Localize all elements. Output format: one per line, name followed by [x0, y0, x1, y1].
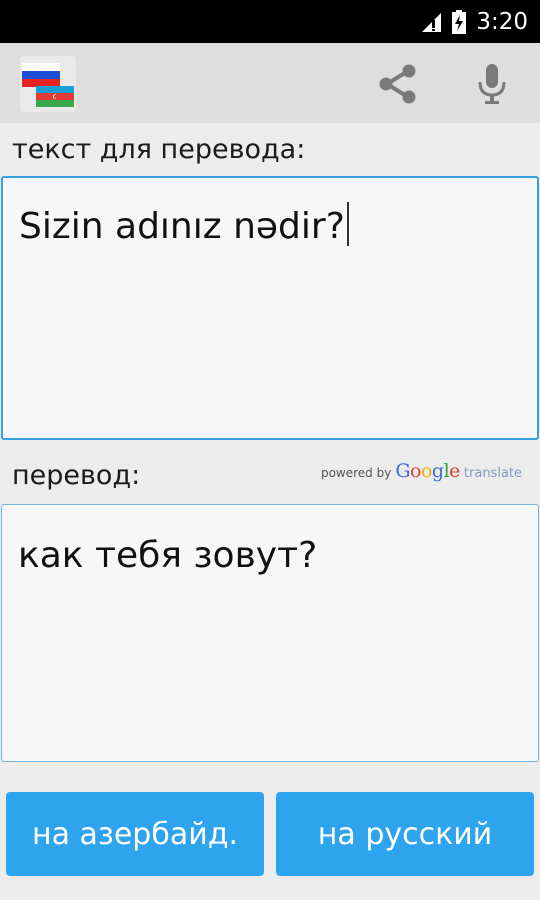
voice-input-button[interactable] [468, 60, 516, 108]
translate-text: translate [463, 466, 522, 481]
action-bar [0, 43, 540, 123]
clock: 3:20 [476, 8, 528, 35]
source-label: текст для перевода: [12, 134, 306, 165]
translate-to-azerbaijani-button[interactable]: на азербайд. [6, 792, 264, 876]
signal-icon [422, 12, 442, 32]
status-icons: 3:20 [420, 0, 528, 43]
source-text-input[interactable]: Sizin adınız nədir? [1, 176, 539, 440]
status-bar: 3:20 [0, 0, 540, 43]
share-icon [379, 64, 416, 104]
share-button[interactable] [374, 62, 422, 106]
translate-to-russian-button[interactable]: на русский [276, 792, 534, 876]
text-cursor [346, 202, 349, 246]
google-translate-attribution: powered by Google translate [321, 460, 522, 484]
battery-charging-icon [452, 9, 467, 34]
flags-ru-az-icon[interactable] [20, 56, 76, 112]
source-text: Sizin adınız nədir? [19, 206, 345, 247]
google-logo: Google [395, 460, 460, 482]
translation-output[interactable]: как тебя зовут? [1, 504, 539, 762]
powered-by-text: powered by [320, 466, 392, 480]
microphone-icon [478, 64, 506, 104]
translation-text: как тебя зовут? [18, 535, 318, 576]
result-label: перевод: [12, 460, 141, 491]
